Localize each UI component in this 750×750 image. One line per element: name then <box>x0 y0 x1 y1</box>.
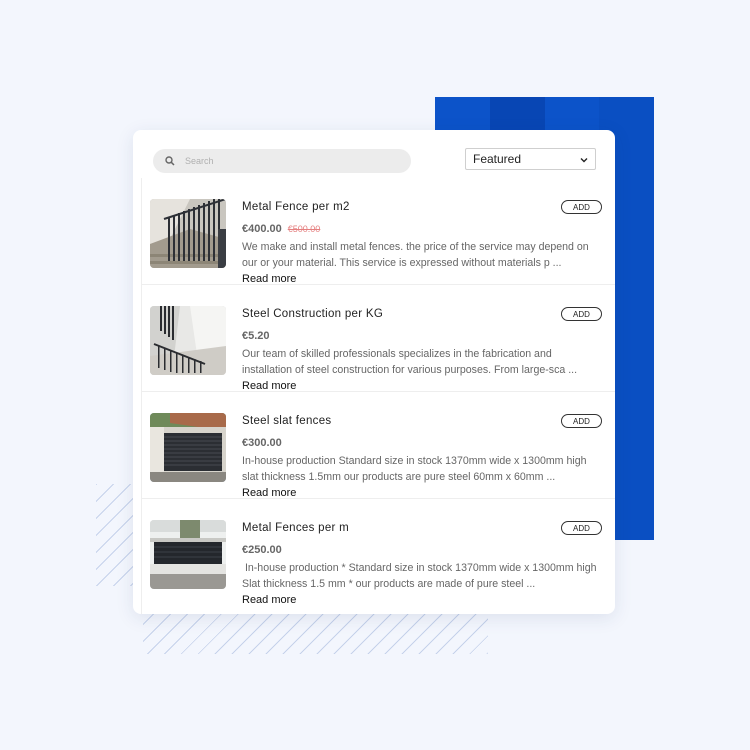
description-line: slat thickness 1.5mm our products are pu… <box>242 471 556 483</box>
read-more-link[interactable]: Read more <box>242 380 296 392</box>
current-price: €300.00 <box>242 437 282 449</box>
sort-select-value: Featured <box>473 152 522 166</box>
list-item: Metal Fences per m ADD €250.00 In-house … <box>142 499 615 606</box>
read-more-link[interactable]: Read more <box>242 487 296 499</box>
search-icon <box>157 156 183 166</box>
product-description: In-house production Standard size in sto… <box>242 453 602 485</box>
list-item: Metal Fence per m2 ADD €400.00 €500.00 We… <box>142 178 615 285</box>
product-price: €300.00 <box>242 437 282 449</box>
product-price: €400.00 €500.00 <box>242 223 320 235</box>
search-bar[interactable] <box>153 149 411 173</box>
product-price: €250.00 <box>242 544 282 556</box>
product-description: In-house production * Standard size in s… <box>242 560 602 592</box>
product-description: We make and install metal fences. the pr… <box>242 239 602 271</box>
current-price: €250.00 <box>242 544 282 556</box>
description-line: Our team of skilled professionals specia… <box>242 348 552 360</box>
product-price: €5.20 <box>242 330 270 342</box>
product-title[interactable]: Steel Construction per KG <box>242 308 383 320</box>
description-line: Slat thickness 1.5 mm * our products are… <box>242 578 536 590</box>
add-to-cart-button[interactable]: ADD <box>561 200 602 214</box>
current-price: €5.20 <box>242 330 270 342</box>
description-line: In-house production * Standard size in s… <box>242 562 597 574</box>
product-title[interactable]: Steel slat fences <box>242 415 331 427</box>
read-more-link[interactable]: Read more <box>242 273 296 285</box>
product-image[interactable] <box>150 520 226 589</box>
add-to-cart-button[interactable]: ADD <box>561 414 602 428</box>
old-price: €500.00 <box>287 224 321 234</box>
product-image[interactable] <box>150 306 226 375</box>
list-item: Steel Construction per KG ADD €5.20 Our … <box>142 285 615 392</box>
search-input[interactable] <box>183 155 397 167</box>
product-image[interactable] <box>150 413 226 482</box>
add-to-cart-button[interactable]: ADD <box>561 307 602 321</box>
description-line: In-house production Standard size in sto… <box>242 455 587 467</box>
description-line: our or your material. This service is ex… <box>242 257 562 269</box>
chevron-down-icon <box>580 152 588 166</box>
product-title[interactable]: Metal Fence per m2 <box>242 201 350 213</box>
current-price: €400.00 <box>242 223 282 235</box>
sort-select[interactable]: Featured <box>465 148 596 170</box>
product-title[interactable]: Metal Fences per m <box>242 522 349 534</box>
product-description: Our team of skilled professionals specia… <box>242 346 602 378</box>
read-more-link[interactable]: Read more <box>242 594 296 606</box>
product-list: Metal Fence per m2 ADD €400.00 €500.00 We… <box>141 178 615 614</box>
list-item: Steel slat fences ADD €300.00 In-house p… <box>142 392 615 499</box>
product-list-widget: Featured <box>133 130 615 614</box>
product-image[interactable] <box>150 199 226 268</box>
description-line: We make and install metal fences. the pr… <box>242 241 589 253</box>
add-to-cart-button[interactable]: ADD <box>561 521 602 535</box>
description-line: installation of steel construction for v… <box>242 364 578 376</box>
